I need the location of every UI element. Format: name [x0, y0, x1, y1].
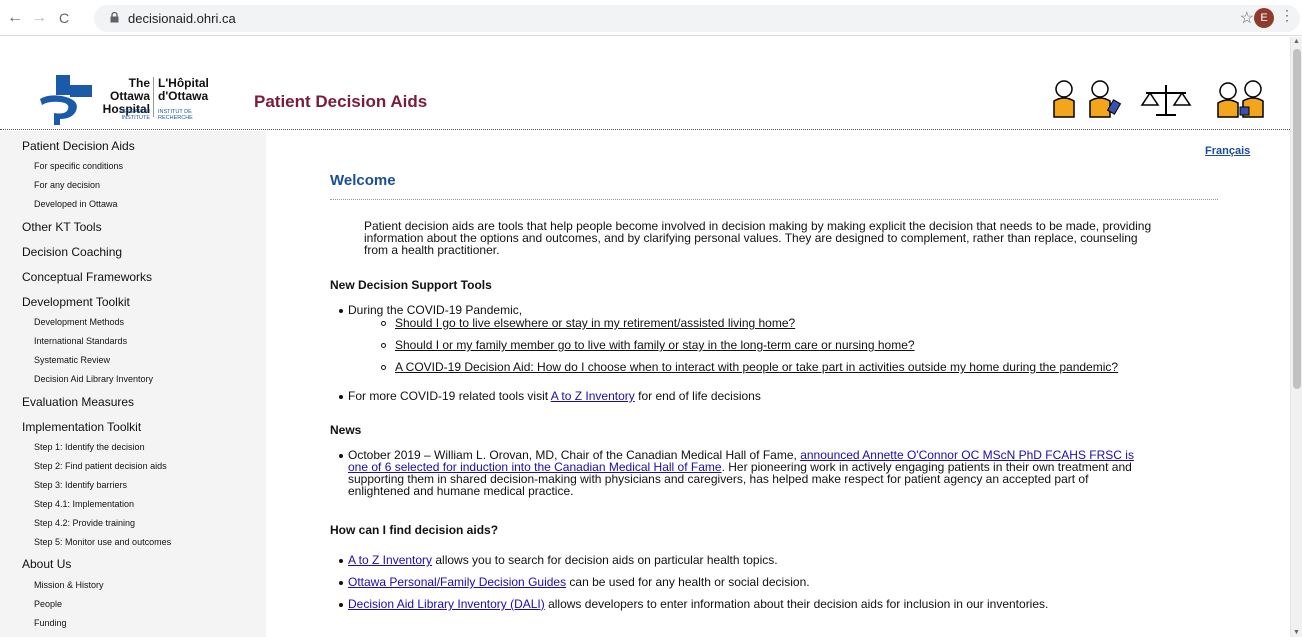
logo-fr-sub2: RECHERCHE	[158, 115, 193, 121]
title-divider	[330, 199, 1218, 200]
sidebar-item-step-4-2[interactable]: Step 4.2: Provide training	[34, 518, 135, 528]
covid-link-retirement-home[interactable]: Should I go to live elsewhere or stay in…	[395, 317, 795, 329]
reload-button[interactable]: C	[55, 10, 73, 26]
sidebar-item-funding[interactable]: Funding	[34, 618, 67, 628]
logo-en-sub2: INSTITUTE	[121, 115, 150, 121]
ottawa-decision-guides-link[interactable]: Ottawa Personal/Family Decision Guides	[348, 575, 566, 589]
dali-link[interactable]: Decision Aid Library Inventory (DALI)	[348, 597, 545, 611]
bullet	[339, 603, 343, 607]
browser-toolbar: ← → C decisionaid.ohri.ca ☆ E ⋮	[0, 0, 1302, 36]
hospital-logo-mark-icon	[40, 75, 92, 125]
find-a-to-z-link[interactable]: A to Z Inventory	[348, 553, 432, 567]
covid-lead-text: During the COVID-19 Pandemic,	[348, 303, 523, 317]
site-header: The Ottawa Hospital L'Hôpital d'Ottawa R…	[0, 37, 1290, 130]
back-button[interactable]: ←	[6, 9, 24, 27]
news-item: October 2019 – William L. Orovan, MD, Ch…	[348, 449, 1228, 497]
bookmark-star-icon[interactable]: ☆	[1240, 8, 1254, 28]
browser-menu-icon[interactable]: ⋮	[1280, 7, 1294, 24]
scroll-up-arrow-icon[interactable]: ▲	[1293, 38, 1300, 45]
address-bar[interactable]: decisionaid.ohri.ca ☆	[94, 5, 1300, 32]
lock-icon	[110, 12, 119, 23]
sidebar-item-mission-history[interactable]: Mission & History	[34, 580, 104, 590]
sidebar-item-step-1[interactable]: Step 1: Identify the decision	[34, 442, 145, 452]
sidebar-item-systematic-review[interactable]: Systematic Review	[34, 355, 110, 365]
sidebar-item-dali[interactable]: Decision Aid Library Inventory	[34, 374, 153, 384]
sidebar-nav: Patient Decision Aids For specific condi…	[0, 131, 266, 637]
url-text: decisionaid.ohri.ca	[128, 11, 236, 26]
sidebar-item-patient-decision-aids[interactable]: Patient Decision Aids	[22, 139, 135, 153]
page-scrollbar[interactable]: ▲ ▼	[1290, 37, 1302, 637]
sidebar-item-step-2[interactable]: Step 2: Find patient decision aids	[34, 461, 167, 471]
bullet	[339, 454, 343, 458]
dali-text: allows developers to enter information a…	[544, 597, 1049, 611]
more-covid-post: for end of life decisions	[634, 389, 761, 403]
sidebar-item-international-standards[interactable]: International Standards	[34, 336, 127, 346]
bullet	[339, 395, 343, 399]
scroll-down-arrow-icon[interactable]: ▼	[1293, 629, 1300, 636]
sidebar-item-step-4-1[interactable]: Step 4.1: Implementation	[34, 499, 134, 509]
sidebar-item-any-decision[interactable]: For any decision	[34, 180, 100, 190]
bullet	[339, 581, 343, 585]
sidebar-item-developed-ottawa[interactable]: Developed in Ottawa	[34, 199, 118, 209]
main-content: Français Welcome Patient decision aids a…	[266, 131, 1290, 637]
sidebar-item-development-methods[interactable]: Development Methods	[34, 317, 124, 327]
francais-link[interactable]: Français	[1205, 145, 1250, 157]
find-a-to-z-text: allows you to search for decision aids o…	[432, 553, 778, 567]
sidebar-item-conceptual-frameworks[interactable]: Conceptual Frameworks	[22, 270, 152, 284]
web-page: The Ottawa Hospital L'Hôpital d'Ottawa R…	[0, 37, 1290, 637]
heading-find-decision-aids: How can I find decision aids?	[330, 523, 499, 537]
a-to-z-inventory-link[interactable]: A to Z Inventory	[551, 389, 635, 403]
logo-divider	[153, 77, 154, 117]
intro-line-3: from a health practitioner.	[364, 243, 500, 257]
find-item-a-to-z: A to Z Inventory allows you to search fo…	[348, 554, 778, 566]
site-title: Patient Decision Aids	[254, 92, 428, 111]
covid-link-interact-decision-aid[interactable]: A COVID-19 Decision Aid: How do I choose…	[395, 361, 1118, 373]
hospital-logo[interactable]: The Ottawa Hospital L'Hôpital d'Ottawa R…	[36, 75, 226, 125]
scrollbar-thumb[interactable]	[1293, 49, 1301, 389]
sidebar-item-people[interactable]: People	[34, 599, 62, 609]
logo-en-subtitle: RESEARCH INSTITUTE	[98, 109, 150, 121]
sidebar-item-about-us[interactable]: About Us	[22, 557, 71, 571]
sidebar-item-implementation-toolkit[interactable]: Implementation Toolkit	[22, 420, 141, 434]
sub-bullet	[381, 343, 386, 348]
find-item-dali: Decision Aid Library Inventory (DALI) al…	[348, 598, 1048, 610]
more-covid-tools-item: For more COVID-19 related tools visit A …	[348, 390, 761, 402]
covid-link-long-term-care[interactable]: Should I or my family member go to live …	[395, 339, 915, 351]
intro-paragraph: Patient decision aids are tools that hel…	[364, 220, 1220, 256]
bullet	[339, 309, 343, 313]
bullet	[339, 559, 343, 563]
sub-bullet	[381, 321, 386, 326]
logo-fr-line2: d'Ottawa	[158, 89, 209, 103]
sidebar-item-specific-conditions[interactable]: For specific conditions	[34, 161, 123, 171]
more-covid-pre: For more COVID-19 related tools visit	[348, 389, 551, 403]
profile-avatar[interactable]: E	[1254, 8, 1274, 28]
sub-bullet	[381, 365, 386, 370]
sidebar-item-development-toolkit[interactable]: Development Toolkit	[22, 295, 130, 309]
page-title: Welcome	[330, 172, 396, 189]
sidebar-item-decision-coaching[interactable]: Decision Coaching	[22, 245, 122, 259]
sidebar-item-other-kt-tools[interactable]: Other KT Tools	[22, 220, 102, 234]
forward-button[interactable]: →	[30, 9, 48, 27]
heading-news: News	[330, 423, 362, 437]
sidebar-item-evaluation-measures[interactable]: Evaluation Measures	[22, 395, 134, 409]
sidebar-item-step-5[interactable]: Step 5: Monitor use and outcomes	[34, 537, 171, 547]
heading-new-tools: New Decision Support Tools	[330, 278, 492, 292]
news-post-3: enlightened and humane medical practice.	[348, 484, 574, 498]
logo-french-name: L'Hôpital d'Ottawa	[158, 77, 209, 103]
logo-fr-subtitle: INSTITUT DE RECHERCHE	[158, 109, 193, 121]
sidebar-item-step-3[interactable]: Step 3: Identify barriers	[34, 480, 127, 490]
logo-en-line1: The Ottawa	[109, 76, 150, 103]
find-item-ottawa-guides: Ottawa Personal/Family Decision Guides c…	[348, 576, 810, 588]
ottawa-guides-text: can be used for any health or social dec…	[566, 575, 810, 589]
decision-figures-illustration-icon	[1053, 80, 1264, 118]
